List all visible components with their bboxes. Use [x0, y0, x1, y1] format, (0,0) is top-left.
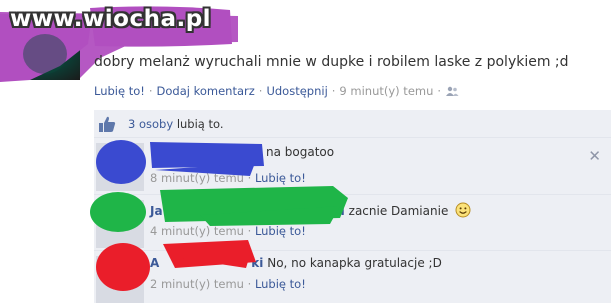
censor-scribbles	[90, 140, 348, 291]
site-watermark: www.wiocha.pl	[10, 6, 212, 32]
